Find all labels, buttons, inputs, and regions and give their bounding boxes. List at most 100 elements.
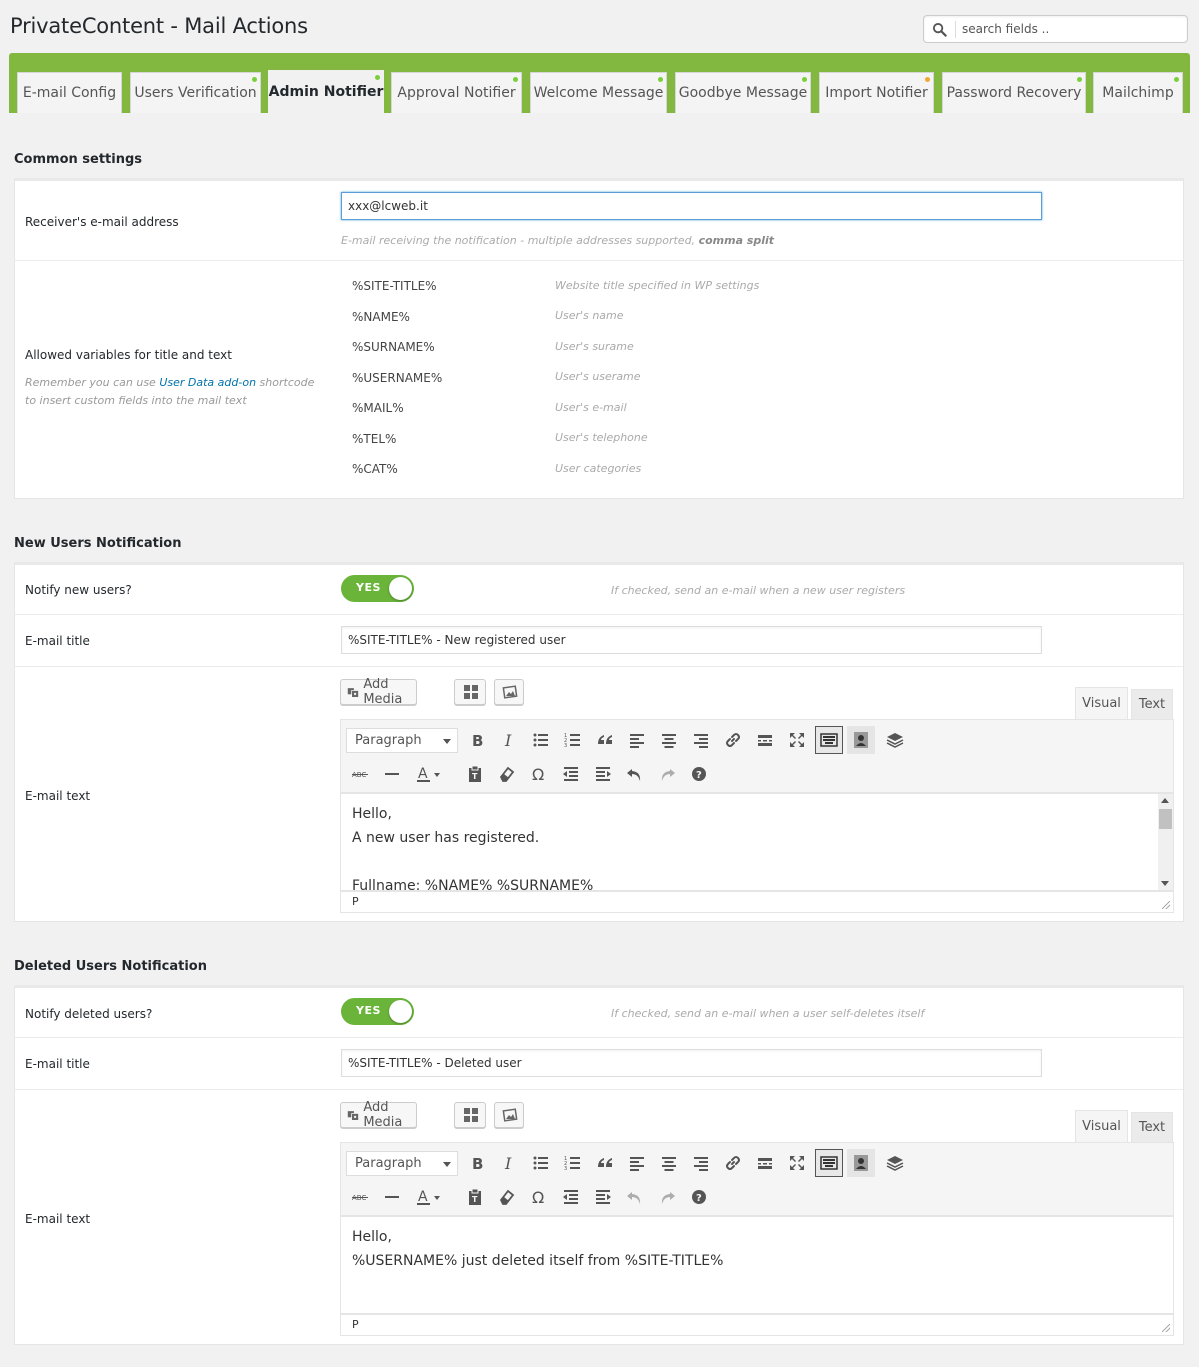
bold-button[interactable]: B [463,726,491,754]
paste-text-button[interactable]: T [461,1183,489,1211]
blockquote-button[interactable] [591,1149,619,1177]
indent-button[interactable] [589,760,617,788]
tab-approval-notifier[interactable]: Approval Notifier [391,72,522,113]
layers-button[interactable] [881,1149,909,1177]
editor-content[interactable]: Hello, A new user has registered. Fullna… [340,793,1174,891]
new-text-row: E-mail text Add Media Visual Text Paragr… [15,667,1183,922]
add-media-button[interactable]: Add Media [340,1100,417,1130]
email-text-label: E-mail text [25,1212,91,1226]
fullscreen-button[interactable] [783,1149,811,1177]
scroll-down-icon[interactable] [1161,881,1169,886]
resize-handle-icon[interactable] [1162,901,1170,909]
gallery-button[interactable] [454,679,486,705]
tab-visual[interactable]: Visual [1075,1110,1128,1142]
bold-button[interactable]: B [463,1149,491,1177]
new-email-title-input[interactable] [341,626,1042,654]
italic-button[interactable]: I [495,1149,523,1177]
deleted-email-title-input[interactable] [341,1049,1042,1077]
format-select[interactable]: Paragraph [346,1151,458,1176]
special-character-button[interactable]: Ω [525,1183,553,1211]
user-field-button[interactable] [847,726,875,754]
notify-deleted-toggle[interactable]: YES [341,998,414,1025]
scroll-thumb[interactable] [1159,809,1172,829]
redo-button[interactable] [653,1183,681,1211]
numbered-list-button[interactable]: 123 [559,1149,587,1177]
align-left-button[interactable] [623,726,651,754]
gallery-button[interactable] [454,1102,486,1128]
paste-text-button[interactable]: T [461,760,489,788]
align-center-button[interactable] [655,1149,683,1177]
tab-admin-notifier[interactable]: Admin Notifier [268,70,384,113]
scroll-up-icon[interactable] [1161,798,1169,803]
align-center-button[interactable] [655,726,683,754]
redo-button[interactable] [653,760,681,788]
layers-icon [886,733,904,748]
editor-content[interactable]: Hello, %USERNAME% just deleted itself fr… [340,1216,1174,1314]
text-color-button[interactable]: A [410,1183,450,1211]
clear-formatting-button[interactable] [493,760,521,788]
tab-users-verification[interactable]: Users Verification [130,72,261,113]
undo-button[interactable] [621,760,649,788]
toolbar-toggle-button[interactable] [815,726,843,754]
notify-new-toggle[interactable]: YES [341,575,414,602]
align-right-icon [694,1157,708,1171]
tab-email-config[interactable]: E-mail Config [17,72,122,113]
undo-button[interactable] [621,1183,649,1211]
align-right-button[interactable] [687,726,715,754]
read-more-button[interactable] [751,726,779,754]
user-data-addon-link[interactable]: User Data add-on [159,376,256,389]
tab-welcome-message[interactable]: Welcome Message [530,72,667,113]
receiver-email-input[interactable] [341,192,1042,220]
visual-label: Visual [1082,696,1121,711]
fullscreen-button[interactable] [783,726,811,754]
blockquote-button[interactable] [591,726,619,754]
numbered-list-button[interactable]: 123 [559,726,587,754]
image-button[interactable] [494,1102,524,1128]
indent-button[interactable] [589,1183,617,1211]
resize-handle-icon[interactable] [1162,1324,1170,1332]
outdent-button[interactable] [557,1183,585,1211]
tab-label: E-mail Config [22,85,117,101]
variable-name: %TEL% [352,432,397,446]
tab-text[interactable]: Text [1131,689,1173,719]
read-more-button[interactable] [751,1149,779,1177]
link-button[interactable] [719,726,747,754]
tab-goodbye-message[interactable]: Goodbye Message [675,72,811,113]
clear-formatting-button[interactable] [493,1183,521,1211]
image-button[interactable] [494,679,524,705]
format-select[interactable]: Paragraph [346,728,458,753]
horizontal-line-button[interactable] [378,1183,406,1211]
outdent-button[interactable] [557,760,585,788]
bullet-list-button[interactable] [527,726,555,754]
add-media-button[interactable]: Add Media [340,677,417,707]
horizontal-line-button[interactable] [378,760,406,788]
editor-scrollbar[interactable] [1158,794,1173,890]
align-left-button[interactable] [623,1149,651,1177]
bullet-list-button[interactable] [527,1149,555,1177]
link-button[interactable] [719,1149,747,1177]
tab-password-recovery[interactable]: Password Recovery [942,72,1086,113]
variable-name: %USERNAME% [352,371,443,385]
user-field-button[interactable] [847,1149,875,1177]
search-box[interactable] [923,15,1188,43]
layers-button[interactable] [881,726,909,754]
toolbar-toggle-button[interactable] [815,1149,843,1177]
tab-label: Approval Notifier [397,85,516,101]
search-input[interactable] [960,19,1180,39]
text-color-button[interactable]: A [410,760,450,788]
horizontal-line-icon [385,773,399,775]
special-character-button[interactable]: Ω [525,760,553,788]
help-button[interactable]: ? [685,1183,713,1211]
align-left-icon [630,734,644,748]
svg-text:?: ? [696,1193,702,1204]
strikethrough-button[interactable]: ABC [346,760,374,788]
help-button[interactable]: ? [685,760,713,788]
tab-import-notifier[interactable]: Import Notifier [819,72,934,113]
tab-text[interactable]: Text [1131,1112,1173,1142]
align-right-button[interactable] [687,1149,715,1177]
variables-label: Allowed variables for title and text [25,348,232,362]
italic-button[interactable]: I [495,726,523,754]
tab-mailchimp[interactable]: Mailchimp [1093,72,1183,113]
tab-visual[interactable]: Visual [1075,687,1128,719]
strikethrough-button[interactable]: ABC [346,1183,374,1211]
